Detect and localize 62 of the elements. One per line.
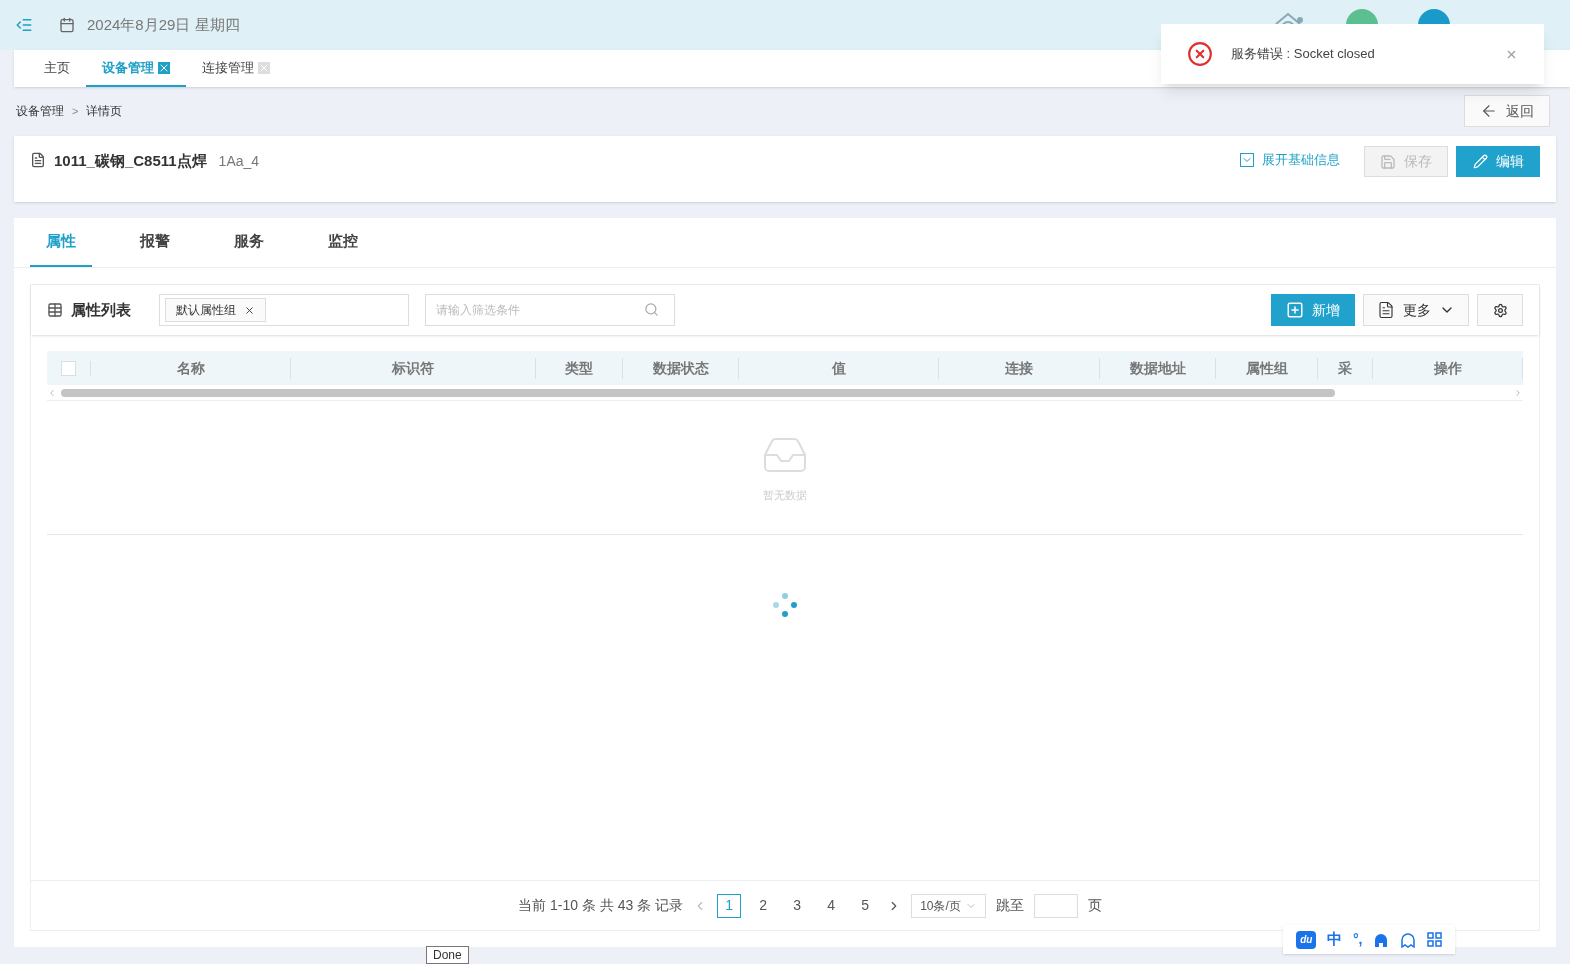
detail-tab[interactable]: 监控	[312, 217, 374, 267]
device-name: 1011_碳钢_C8511点焊	[54, 151, 207, 171]
page-tab[interactable]: 主页	[28, 50, 86, 87]
error-icon	[1187, 41, 1213, 67]
column-header: 属性组	[1216, 357, 1318, 379]
ime-punctuation[interactable]: °,	[1352, 929, 1363, 950]
column-header: 类型	[536, 357, 623, 379]
current-date: 2024年8月29日 星期四	[87, 14, 240, 35]
select-all-checkbox[interactable]	[61, 360, 76, 376]
settings-button[interactable]	[1477, 294, 1523, 326]
ime-skin-icon[interactable]	[1373, 931, 1390, 948]
list-title: 属性列表	[71, 299, 131, 320]
back-button[interactable]: 返回	[1464, 95, 1550, 127]
breadcrumb-current: 详情页	[86, 103, 123, 120]
page-number[interactable]: 2	[751, 893, 776, 918]
pencil-icon	[1472, 154, 1488, 169]
column-header: 值	[739, 357, 939, 379]
tooltip: Done	[426, 946, 469, 964]
breadcrumb-link[interactable]: 设备管理	[16, 102, 64, 120]
page-jump-field[interactable]	[1033, 893, 1078, 918]
more-button[interactable]: 更多	[1363, 294, 1469, 326]
page-number[interactable]: 3	[785, 893, 810, 918]
filter-field[interactable]: 请输入筛选条件	[425, 294, 675, 326]
ime-ghost-icon[interactable]	[1399, 931, 1416, 948]
search-icon[interactable]	[644, 302, 659, 317]
calendar-icon	[59, 17, 75, 33]
toast-message: 服务错误 : Socket closed	[1231, 45, 1375, 64]
plus-square-icon	[1286, 301, 1304, 319]
column-header: 数据状态	[623, 357, 739, 379]
record-summary: 当前 1-10 条 共 43 条 记录	[518, 896, 684, 915]
column-header: 数据地址	[1100, 357, 1216, 379]
page-unit: 页	[1087, 896, 1102, 915]
page-tab[interactable]: 连接管理	[186, 50, 286, 87]
page-number[interactable]: 5	[853, 893, 878, 918]
ime-logo[interactable]: du	[1296, 930, 1317, 949]
page-number[interactable]: 4	[819, 893, 844, 918]
detail-tab[interactable]: 报警	[124, 217, 186, 267]
device-code: 1Aa_4	[218, 152, 260, 171]
group-select[interactable]: 默认属性组	[159, 294, 409, 326]
document-icon	[30, 152, 46, 168]
jump-label: 跳至	[995, 896, 1024, 915]
group-tag: 默认属性组	[165, 298, 266, 322]
page-size-select[interactable]: 10条/页	[911, 893, 986, 918]
tab-close-icon[interactable]	[158, 61, 170, 74]
tag-remove-icon[interactable]	[244, 304, 255, 316]
column-header: 采	[1318, 357, 1373, 379]
tab-close-icon[interactable]	[258, 61, 270, 74]
column-header: 标识符	[291, 357, 536, 379]
ime-mode[interactable]: 中	[1327, 928, 1343, 951]
scroll-right-icon[interactable]	[1513, 387, 1523, 398]
breadcrumb-separator: >	[72, 103, 79, 119]
document-icon	[1377, 301, 1395, 319]
settings-icon	[1492, 302, 1508, 318]
chevron-down-icon	[1240, 152, 1254, 167]
loading-spinner-icon	[772, 592, 798, 618]
ime-grid-icon[interactable]	[1426, 932, 1442, 947]
column-header: 操作	[1373, 357, 1523, 379]
column-header: 连接	[939, 357, 1100, 379]
table-icon	[47, 302, 63, 318]
scroll-left-icon[interactable]	[47, 387, 57, 398]
column-header: 名称	[91, 357, 291, 379]
detail-tab[interactable]: 服务	[218, 217, 280, 267]
